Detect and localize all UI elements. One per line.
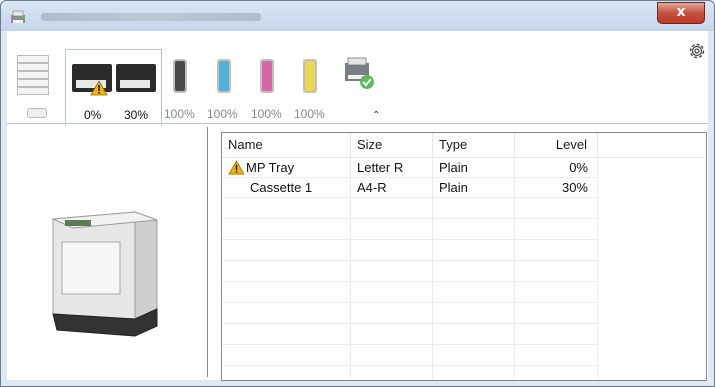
- row-gridline: [222, 323, 598, 324]
- row-gridline: [222, 302, 598, 303]
- toner-cyan-icon[interactable]: [217, 59, 231, 93]
- printer-image: [51, 211, 158, 337]
- window-title: [41, 13, 261, 21]
- paper-stack-icon[interactable]: [17, 51, 51, 95]
- collapse-toolbar-button[interactable]: ⌃: [372, 110, 380, 121]
- consumables-toolbar: 0% 30% 100% 100% 100% 100% ⌃: [7, 31, 708, 126]
- column-header-type[interactable]: Type: [433, 133, 515, 157]
- toner-level-black: 100%: [164, 107, 195, 121]
- row-size: Letter R: [357, 160, 404, 175]
- panel-divider: [207, 127, 208, 377]
- toner-level-cyan: 100%: [207, 107, 238, 121]
- row-level: 30%: [561, 180, 588, 195]
- row-gridline: [222, 239, 598, 240]
- table-header: Name Size Type Level: [222, 133, 706, 158]
- paper-indicator-icon: [27, 108, 47, 118]
- gear-icon[interactable]: [687, 41, 707, 61]
- row-level: 0%: [569, 160, 588, 175]
- row-name: MP Tray: [246, 160, 295, 175]
- title-bar[interactable]: x: [1, 1, 714, 31]
- column-header-name[interactable]: Name: [222, 133, 351, 157]
- tray-level-cassette: 30%: [124, 108, 149, 122]
- device-status-icon[interactable]: [343, 55, 375, 91]
- toner-level-yellow: 100%: [294, 107, 325, 121]
- row-gridline: [222, 281, 598, 282]
- status-window: x 0% 30% 100% 100% 100% 100% ⌃ Name Size…: [0, 0, 715, 387]
- row-gridline: [222, 260, 598, 261]
- toner-magenta-icon[interactable]: [260, 59, 274, 93]
- printer-preview: [7, 124, 207, 380]
- close-button[interactable]: x: [657, 2, 705, 24]
- printer-app-icon: [11, 10, 25, 23]
- tray-tab[interactable]: 0% 30%: [65, 49, 162, 126]
- row-gridline: [222, 218, 598, 219]
- row-gridline: [222, 344, 598, 345]
- row-size: A4-R: [357, 180, 387, 195]
- row-type: Plain: [439, 160, 468, 175]
- toner-level-magenta: 100%: [251, 107, 282, 121]
- warning-icon: [90, 80, 108, 96]
- table-row[interactable]: MP Tray Letter R Plain 0%: [222, 158, 598, 178]
- column-header-level[interactable]: Level: [515, 133, 598, 157]
- table-row[interactable]: Cassette 1 A4-R Plain 30%: [222, 178, 598, 198]
- row-type: Plain: [439, 180, 468, 195]
- toner-yellow-icon[interactable]: [303, 59, 317, 93]
- row-gridline: [222, 365, 598, 366]
- row-name: Cassette 1: [250, 180, 313, 195]
- paper-sources-table: Name Size Type Level MP Tray Letter R Pl…: [221, 132, 707, 381]
- toner-black-icon[interactable]: [173, 59, 187, 93]
- client-area: 0% 30% 100% 100% 100% 100% ⌃ Name Size T…: [7, 31, 708, 381]
- column-header-size[interactable]: Size: [351, 133, 433, 157]
- cassette-tray-icon: [116, 64, 156, 92]
- tray-level-mp: 0%: [84, 108, 102, 122]
